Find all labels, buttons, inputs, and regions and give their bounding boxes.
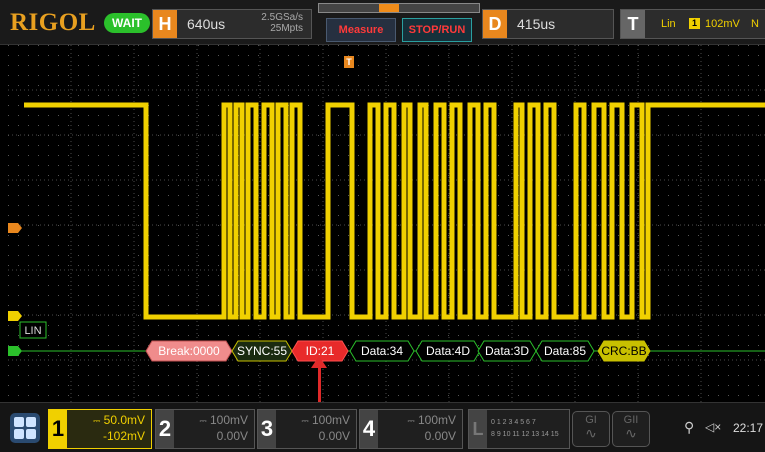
trigger-type: Lin xyxy=(661,18,676,30)
delay-value: 415us xyxy=(517,16,556,32)
waveform-display[interactable]: Break:0000 SYNC:55 ID:21 Data:34 Data:4D… xyxy=(8,45,765,402)
speaker-muted-icon[interactable]: ◁× xyxy=(705,420,721,434)
horizontal-label: H xyxy=(153,10,177,38)
channel-2-offset: 0.00V xyxy=(216,429,248,443)
lin-label: LIN xyxy=(24,325,41,337)
memory-depth: 25Mpts xyxy=(270,23,303,34)
main-menu-button[interactable] xyxy=(10,413,40,443)
rigol-logo: RIGOL xyxy=(10,9,96,36)
sample-rate: 2.5GSa/s xyxy=(261,12,303,23)
decode-text-sync: SYNC:55 xyxy=(237,344,287,358)
horizontal-settings[interactable]: H 640us 2.5GSa/s 25Mpts xyxy=(152,9,312,39)
system-clock: 22:17 xyxy=(732,421,763,435)
sine-wave-icon: ∿ xyxy=(585,425,597,441)
menu-icon xyxy=(14,417,24,427)
measure-button[interactable]: Measure xyxy=(326,18,396,42)
decode-text-data-3: Data:3D xyxy=(485,344,529,358)
channel-1-number: 1 xyxy=(49,410,67,448)
memory-overview-bar[interactable] xyxy=(318,3,480,13)
usb-icon: ⚲ xyxy=(684,419,695,435)
sine-wave-icon: ∿ xyxy=(625,425,637,441)
stop-run-button[interactable]: STOP/RUN xyxy=(402,18,472,42)
decode-text-data-4: Data:85 xyxy=(544,344,586,358)
trigger-position-marker[interactable]: T xyxy=(344,56,354,68)
trigger-level: 102mV xyxy=(705,18,740,30)
run-state-badge: WAIT xyxy=(104,13,150,33)
channel-1-offset: -102mV xyxy=(102,429,145,443)
channel-2-number: 2 xyxy=(156,410,174,448)
logic-bits-high: 8 9 10 11 12 13 14 15 xyxy=(491,431,559,438)
decode-text-data-2: Data:4D xyxy=(426,344,470,358)
channel-4-settings[interactable]: 4 ⎓ 100mV 0.00V xyxy=(359,409,463,449)
generator-1-button[interactable]: GI ∿ xyxy=(572,411,610,447)
top-status-bar: RIGOL WAIT H 640us 2.5GSa/s 25Mpts Measu… xyxy=(0,0,765,45)
trigger-settings[interactable]: T Lin 1 102mV N xyxy=(620,9,765,39)
channel-2-scale: ⎓ 100mV xyxy=(199,413,248,427)
channel-3-number: 3 xyxy=(258,410,276,448)
bottom-channel-bar: 1 ⎓ 50.0mV -102mV 2 ⎓ 100mV 0.00V 3 ⎓ 10… xyxy=(0,402,765,452)
memory-view-window xyxy=(379,4,399,12)
channel-3-offset: 0.00V xyxy=(318,429,350,443)
trigger-mode: N xyxy=(751,18,759,30)
decode-text-data-1: Data:34 xyxy=(361,344,403,358)
channel-1-scale: ⎓ 50.0mV xyxy=(93,413,145,427)
decode-text-crc: CRC:BB xyxy=(601,344,646,358)
channel-2-settings[interactable]: 2 ⎓ 100mV 0.00V xyxy=(155,409,255,449)
channel-4-number: 4 xyxy=(360,410,378,448)
logic-bits-low: 0 1 2 3 4 5 6 7 xyxy=(491,419,536,426)
trigger-label: T xyxy=(621,10,645,38)
trigger-source-badge: 1 xyxy=(689,18,700,29)
channel-3-settings[interactable]: 3 ⎓ 100mV 0.00V xyxy=(257,409,357,449)
channel-1-settings[interactable]: 1 ⎓ 50.0mV -102mV xyxy=(48,409,152,449)
logic-analyzer-settings[interactable]: L 0 1 2 3 4 5 6 7 8 9 10 11 12 13 14 15 xyxy=(468,409,570,449)
delay-label: D xyxy=(483,10,507,38)
channel-4-offset: 0.00V xyxy=(424,429,456,443)
timebase-value: 640us xyxy=(187,16,226,32)
channel-3-scale: ⎓ 100mV xyxy=(301,413,350,427)
logic-label: L xyxy=(469,410,487,448)
acquisition-info: 2.5GSa/s 25Mpts xyxy=(261,12,303,34)
generator-2-button[interactable]: GII ∿ xyxy=(612,411,650,447)
delay-settings[interactable]: D 415us xyxy=(482,9,614,39)
decode-text-break: Break:0000 xyxy=(158,344,220,358)
channel-4-scale: ⎓ 100mV xyxy=(407,413,456,427)
